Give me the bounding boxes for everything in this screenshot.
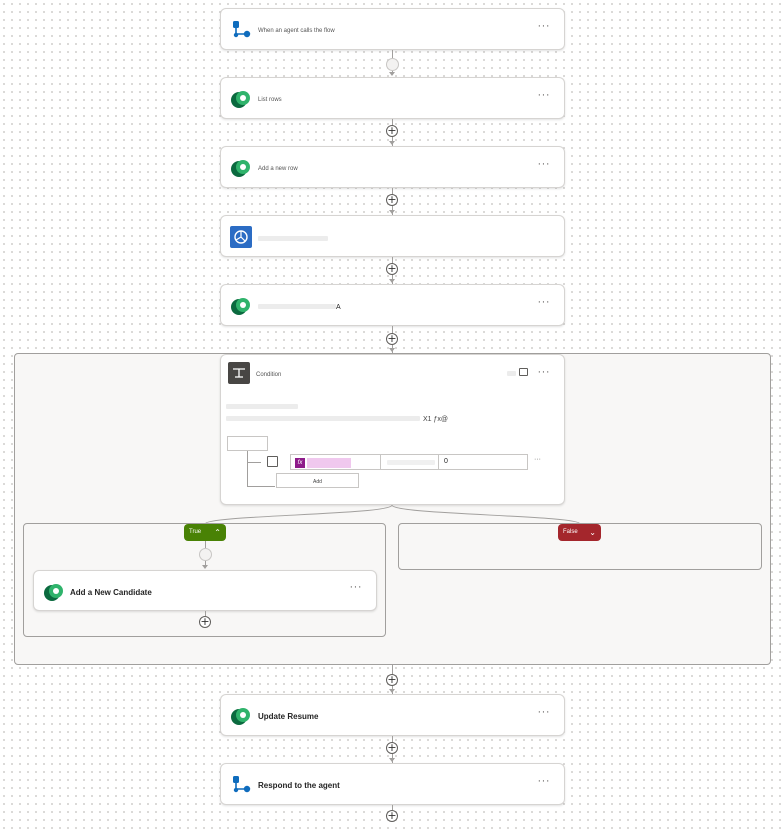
dataverse-step-card[interactable]: A ··· <box>220 284 565 326</box>
condition-card[interactable]: Condition ··· X1 ƒx@ fx 0 ··· Add <box>220 354 565 505</box>
add-condition-button[interactable]: Add <box>276 473 359 488</box>
run-prompt-title <box>258 234 328 243</box>
false-branch-pill[interactable]: False ⌄ <box>558 524 601 541</box>
add-row-title: Add a new row <box>258 166 298 172</box>
row-checkbox[interactable] <box>267 456 278 467</box>
add-step-button[interactable]: + <box>386 333 398 345</box>
add-step-button[interactable]: + <box>386 194 398 206</box>
dataverse-step-suffix: A <box>336 304 341 311</box>
condition-dock-icon[interactable] <box>519 368 528 376</box>
update-resume-more-button[interactable]: ··· <box>538 706 551 718</box>
add-row-more-button[interactable]: ··· <box>538 158 551 170</box>
trigger-card[interactable]: When an agent calls the flow ··· <box>220 8 565 50</box>
list-rows-card[interactable]: List rows ··· <box>220 77 565 119</box>
flow-trigger-icon <box>233 21 251 38</box>
condition-tree-branch <box>247 462 261 463</box>
add-step-button[interactable]: + <box>386 125 398 137</box>
condition-tree-line <box>247 451 248 487</box>
condition-icon <box>228 362 250 384</box>
condition-badge <box>507 371 516 376</box>
left-operand-field[interactable]: fx <box>290 454 381 470</box>
ai-builder-icon <box>230 226 252 248</box>
flow-trigger-icon <box>233 776 251 793</box>
chevron-down-icon: ⌄ <box>589 528 596 537</box>
respond-agent-title: Respond to the agent <box>258 781 340 790</box>
dataverse-icon <box>231 91 250 108</box>
update-resume-title: Update Resume <box>258 712 319 721</box>
flow-canvas: When an agent calls the flow ··· List ro… <box>0 0 782 830</box>
condition-line-2-suffix: X1 ƒx@ <box>423 416 449 423</box>
dataverse-icon <box>44 584 63 601</box>
dataverse-step-title: A <box>258 302 341 311</box>
list-rows-more-button[interactable]: ··· <box>538 89 551 101</box>
expression-fx-icon: fx <box>295 458 305 468</box>
row-more-button[interactable]: ··· <box>534 456 541 463</box>
connector-dot <box>386 58 399 71</box>
add-step-button[interactable]: + <box>386 263 398 275</box>
dataverse-icon <box>231 298 250 315</box>
respond-agent-card[interactable]: Respond to the agent ··· <box>220 763 565 805</box>
add-step-button[interactable]: + <box>199 616 211 628</box>
condition-line-2: X1 ƒx@ <box>226 414 448 423</box>
connector-dot <box>199 548 212 561</box>
condition-line-1 <box>226 402 301 411</box>
right-operand-value: 0 <box>444 458 448 465</box>
dataverse-step-more-button[interactable]: ··· <box>538 296 551 308</box>
expression-token <box>307 458 351 468</box>
update-resume-card[interactable]: Update Resume ··· <box>220 694 565 736</box>
trigger-more-button[interactable]: ··· <box>538 20 551 32</box>
group-button[interactable] <box>227 436 268 451</box>
add-candidate-title: Add a New Candidate <box>70 588 152 597</box>
trigger-title: When an agent calls the flow <box>258 28 335 34</box>
respond-agent-more-button[interactable]: ··· <box>538 775 551 787</box>
right-operand-field[interactable]: 0 <box>438 454 528 470</box>
add-row-card[interactable]: Add a new row ··· <box>220 146 565 188</box>
add-step-button[interactable]: + <box>386 742 398 754</box>
add-candidate-more-button[interactable]: ··· <box>350 581 363 593</box>
condition-tree-branch <box>247 486 275 487</box>
add-step-button[interactable]: + <box>386 810 398 822</box>
run-prompt-card[interactable] <box>220 215 565 257</box>
list-rows-title: List rows <box>258 97 282 103</box>
condition-more-button[interactable]: ··· <box>538 366 551 378</box>
add-step-button[interactable]: + <box>386 674 398 686</box>
true-branch-pill[interactable]: True ⌃ <box>184 524 226 541</box>
add-candidate-card[interactable]: Add a New Candidate ··· <box>33 570 377 611</box>
condition-title: Condition <box>256 372 282 378</box>
chevron-up-icon: ⌃ <box>214 528 221 537</box>
dataverse-icon <box>231 708 250 725</box>
operator-dropdown[interactable] <box>380 454 439 470</box>
dataverse-icon <box>231 160 250 177</box>
